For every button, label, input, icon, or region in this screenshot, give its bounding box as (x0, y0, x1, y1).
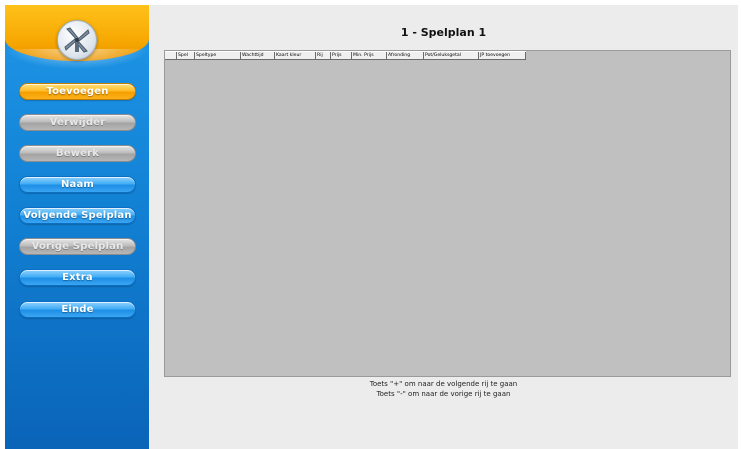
name-button[interactable]: Naam (19, 176, 136, 193)
column-header-pot-geluksgetal[interactable]: Pot/Geluksgetal (424, 52, 479, 60)
column-header-speltype[interactable]: Speltype (195, 52, 241, 60)
grid-row-header (165, 52, 177, 60)
column-header-min-prijs[interactable]: Min. Prijs (352, 52, 387, 60)
grid-header: Spel Speltype Wachttijd Kaart kleur Rij … (165, 51, 526, 61)
column-header-prijs[interactable]: Prijs (331, 52, 352, 60)
column-header-kaart-kleur[interactable]: Kaart kleur (275, 52, 316, 60)
column-header-rij[interactable]: Rij (316, 52, 331, 60)
column-header-spel[interactable]: Spel (177, 52, 195, 60)
edit-button[interactable]: Bewerk (19, 145, 136, 162)
page-title: 1 - Spelplan 1 (400, 26, 487, 39)
column-header-jp-toevoegen[interactable]: JP toevoegen (479, 52, 526, 60)
hint-previous-row: Toets "-" om naar de vorige rij te gaan (376, 390, 511, 398)
column-header-afronding[interactable]: Afronding (387, 52, 424, 60)
app-window: Toevoegen Verwijder Bewerk Naam Volgende… (5, 5, 738, 449)
extra-button[interactable]: Extra (19, 269, 136, 286)
column-header-wachttijd[interactable]: Wachttijd (241, 52, 275, 60)
next-board-button[interactable]: Volgende Spelplan (19, 207, 136, 224)
data-grid[interactable]: Spel Speltype Wachttijd Kaart kleur Rij … (164, 50, 731, 377)
previous-board-button[interactable]: Vorige Spelplan (19, 238, 136, 255)
sidebar: Toevoegen Verwijder Bewerk Naam Volgende… (5, 5, 149, 449)
exit-button[interactable]: Einde (19, 301, 136, 318)
windmill-icon (57, 20, 97, 60)
hint-next-row: Toets "+" om naar de volgende rij te gaa… (369, 380, 518, 388)
add-button[interactable]: Toevoegen (19, 83, 136, 100)
delete-button[interactable]: Verwijder (19, 114, 136, 131)
